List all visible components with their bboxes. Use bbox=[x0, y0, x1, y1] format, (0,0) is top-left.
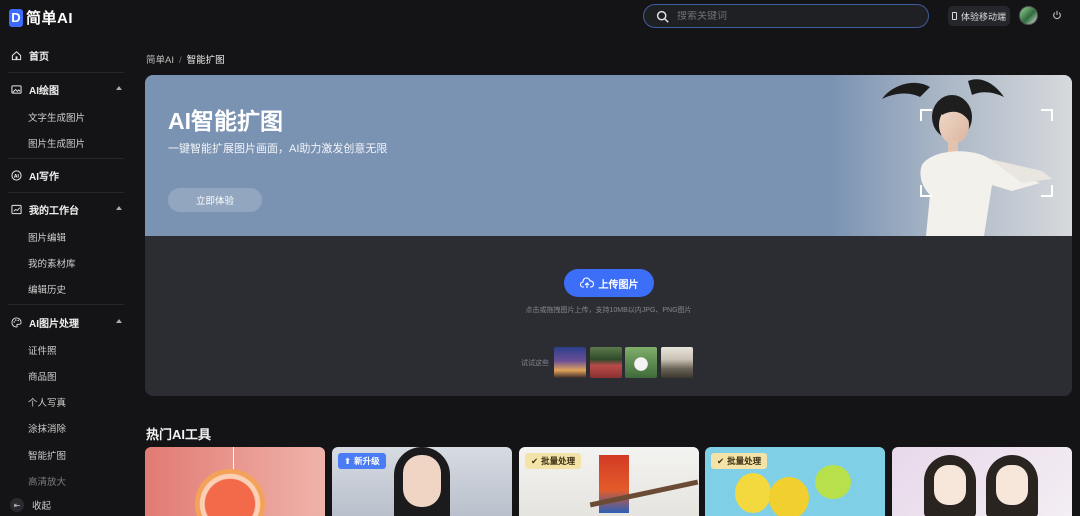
sidebar-item-ai-writing[interactable]: AI AI写作 bbox=[0, 162, 132, 188]
divider bbox=[8, 304, 124, 305]
phone-icon bbox=[951, 12, 957, 20]
portrait-face bbox=[403, 455, 441, 507]
chart-icon bbox=[11, 204, 22, 214]
sidebar-item-label: AI写作 bbox=[29, 171, 59, 183]
tag-label: 批量处理 bbox=[727, 456, 762, 466]
avatar[interactable] bbox=[1019, 6, 1038, 25]
sidebar-item-id-photo[interactable]: 证件照 bbox=[28, 343, 57, 357]
mobile-experience-button[interactable]: 体验移动端 bbox=[948, 6, 1010, 26]
upload-image-label: 上传图片 bbox=[598, 279, 639, 291]
try-samples-label: 试试这些 bbox=[521, 360, 549, 367]
lemon-image bbox=[735, 473, 771, 513]
sample-image-landscape[interactable] bbox=[661, 347, 693, 378]
tool-card-anime[interactable] bbox=[892, 447, 1072, 516]
collapse-label: 收起 bbox=[32, 501, 52, 512]
caret-up-icon bbox=[116, 86, 122, 90]
power-icon[interactable] bbox=[1052, 10, 1062, 20]
hero-woman-image bbox=[882, 79, 1052, 236]
hero-title: AI智能扩图 bbox=[168, 108, 283, 134]
image-icon bbox=[11, 84, 22, 94]
svg-text:AI: AI bbox=[14, 173, 20, 179]
try-now-button[interactable]: 立即体验 bbox=[168, 188, 262, 212]
frame-corner-icon bbox=[1041, 109, 1053, 121]
search-bar[interactable] bbox=[643, 4, 929, 28]
tag-new-upgrade: ⬆ 新升级 bbox=[338, 453, 386, 469]
sidebar-item-image-edit[interactable]: 图片编辑 bbox=[28, 230, 66, 244]
grapefruit-image bbox=[195, 469, 265, 516]
search-input[interactable] bbox=[677, 10, 897, 22]
upload-panel[interactable]: 上传图片 点击或拖拽图片上传，支持10MB以内JPG、PNG图片 试试这些 bbox=[145, 236, 1072, 396]
logo-icon: D bbox=[9, 8, 23, 27]
breadcrumb-root[interactable]: 简单AI bbox=[146, 55, 174, 66]
logo[interactable]: D 简单AI bbox=[9, 7, 73, 28]
breadcrumb-separator: / bbox=[178, 55, 182, 66]
frame-corner-icon bbox=[920, 185, 932, 197]
anime-girl-face bbox=[996, 465, 1028, 505]
upgrade-icon: ⬆ bbox=[344, 455, 352, 466]
jelly-image bbox=[815, 465, 851, 499]
tool-card-erase[interactable] bbox=[145, 447, 325, 516]
mobile-experience-label: 体验移动端 bbox=[960, 11, 1006, 22]
hero-subtitle: 一键智能扩展图片画面，AI助力激发创意无限 bbox=[168, 143, 388, 155]
top-bar: D 简单AI 体验移动端 bbox=[0, 0, 1080, 34]
sidebar-item-asset-library[interactable]: 我的素材库 bbox=[28, 256, 76, 270]
tag-batch: ✔ 批量处理 bbox=[525, 453, 582, 469]
divider bbox=[8, 72, 124, 73]
frame-corner-icon bbox=[1041, 185, 1053, 197]
sample-image-castle[interactable] bbox=[554, 347, 586, 378]
upload-hint: 点击或拖拽图片上传，支持10MB以内JPG、PNG图片 bbox=[525, 307, 692, 314]
sidebar-item-portrait[interactable]: 个人写真 bbox=[28, 395, 66, 409]
sidebar-group-label: 我的工作台 bbox=[29, 205, 79, 217]
caret-up-icon bbox=[116, 319, 122, 323]
sample-image-woman[interactable] bbox=[590, 347, 622, 378]
sidebar-item-home[interactable]: 首页 bbox=[0, 42, 132, 68]
sidebar-item-text-to-image[interactable]: 文字生成图片 bbox=[28, 110, 85, 124]
sidebar-group-label: AI图片处理 bbox=[29, 318, 79, 330]
ai-writing-icon: AI bbox=[11, 169, 22, 181]
sidebar-item-label: 首页 bbox=[29, 51, 49, 63]
app-name: 简单AI bbox=[26, 10, 74, 27]
tool-card-batch-lemon[interactable]: ✔ 批量处理 bbox=[705, 447, 885, 516]
sidebar-item-erase[interactable]: 涂抹消除 bbox=[28, 421, 66, 435]
sidebar-group-label: AI绘图 bbox=[29, 85, 59, 97]
anime-girl-face bbox=[934, 465, 966, 505]
sidebar: 首页 AI绘图 文字生成图片 图片生成图片 AI AI写作 我的工作台 图片编辑… bbox=[0, 34, 132, 516]
check-icon: ✔ bbox=[717, 455, 725, 466]
frame-corner-icon bbox=[920, 109, 932, 121]
breadcrumb: 简单AI / 智能扩图 bbox=[146, 52, 225, 66]
cloud-upload-icon bbox=[579, 277, 594, 288]
collapse-button[interactable]: ⇤ 收起 bbox=[10, 498, 51, 512]
tag-batch: ✔ 批量处理 bbox=[711, 453, 768, 469]
caret-up-icon bbox=[116, 206, 122, 210]
sidebar-group-workspace[interactable]: 我的工作台 bbox=[0, 196, 132, 222]
tag-label: 批量处理 bbox=[541, 456, 576, 466]
tool-card-batch-parrot[interactable]: ✔ 批量处理 bbox=[519, 447, 699, 516]
sidebar-item-outpaint[interactable]: 智能扩图 bbox=[28, 448, 66, 462]
breadcrumb-current: 智能扩图 bbox=[186, 55, 225, 66]
lemon-image bbox=[769, 477, 809, 516]
tool-card-portrait[interactable]: ⬆ 新升级 bbox=[332, 447, 512, 516]
app-root: D 简单AI 体验移动端 首页 AI绘图 文字生成图片 图片生成图片 bbox=[0, 0, 1080, 516]
sidebar-item-edit-history[interactable]: 编辑历史 bbox=[28, 282, 66, 296]
search-icon bbox=[656, 10, 669, 23]
tag-label: 新升级 bbox=[354, 456, 380, 466]
hot-tools-title: 热门AI工具 bbox=[146, 427, 212, 442]
sidebar-item-upscale[interactable]: 高清放大 bbox=[28, 474, 66, 488]
sidebar-group-image-processing[interactable]: AI图片处理 bbox=[0, 309, 132, 335]
divider bbox=[8, 192, 124, 193]
home-icon bbox=[11, 50, 22, 60]
upload-image-button[interactable]: 上传图片 bbox=[564, 269, 654, 297]
palette-icon bbox=[11, 316, 22, 328]
hero-banner: AI智能扩图 一键智能扩展图片画面，AI助力激发创意无限 立即体验 bbox=[145, 75, 1072, 236]
sidebar-item-image-to-image[interactable]: 图片生成图片 bbox=[28, 136, 85, 150]
sidebar-item-product-image[interactable]: 商品图 bbox=[28, 369, 57, 383]
sample-image-rabbit[interactable] bbox=[625, 347, 657, 378]
collapse-icon: ⇤ bbox=[10, 498, 24, 512]
divider bbox=[8, 158, 124, 159]
check-icon: ✔ bbox=[531, 455, 539, 466]
sidebar-group-ai-drawing[interactable]: AI绘图 bbox=[0, 76, 132, 102]
